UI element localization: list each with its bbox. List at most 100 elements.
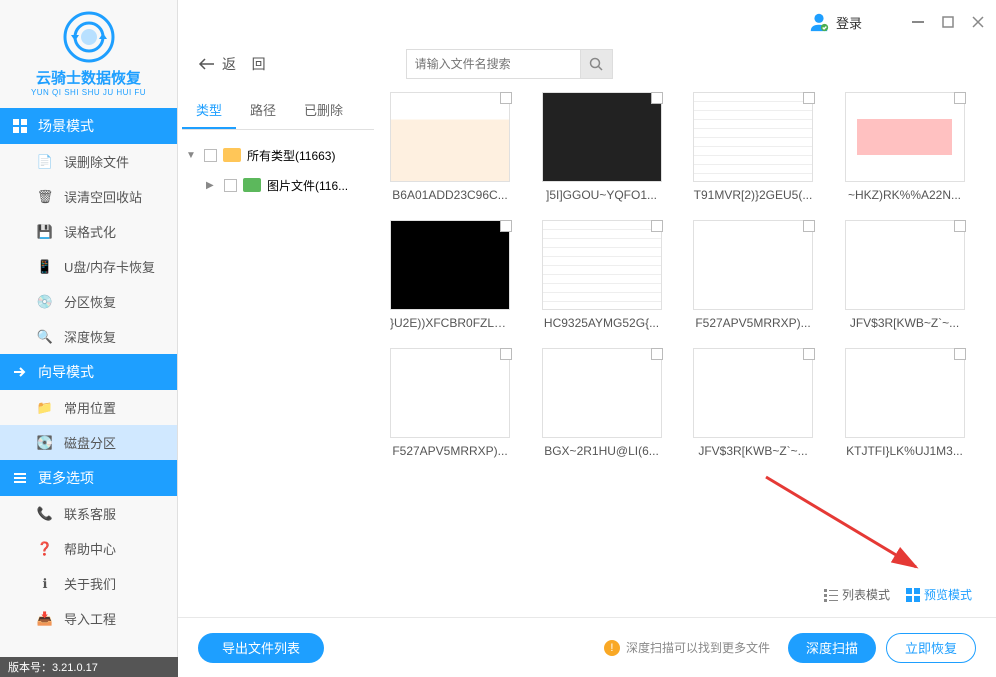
- file-item[interactable]: BGX~2R1HU@LI(6...: [542, 348, 682, 458]
- sidebar-item-deleted-files[interactable]: 📄误删除文件: [0, 144, 177, 179]
- file-name: F527APV5MRRXP)...: [390, 444, 510, 458]
- search-icon: [589, 57, 603, 71]
- file-item[interactable]: HC9325AYMG52G{...: [542, 220, 682, 330]
- file-name: KTJTFI}LK%UJ1M3...: [845, 444, 965, 458]
- login-label: 登录: [836, 13, 862, 32]
- checkbox[interactable]: [954, 220, 966, 232]
- usb-icon: 📱: [36, 258, 54, 276]
- sidebar-item-help[interactable]: ❓帮助中心: [0, 531, 177, 566]
- checkbox[interactable]: [500, 92, 512, 104]
- file-item[interactable]: ~HKZ)RK%%A22N...: [845, 92, 985, 202]
- app-name: 云骑士数据恢复: [36, 67, 141, 88]
- window-controls: [910, 14, 986, 30]
- file-thumbnail: [693, 92, 813, 182]
- file-thumbnail: [542, 92, 662, 182]
- sidebar-item-contact[interactable]: 📞联系客服: [0, 496, 177, 531]
- file-thumbnail: [542, 348, 662, 438]
- file-thumbnail: [693, 348, 813, 438]
- file-item[interactable]: ]5I]GGOU~YQFO1...: [542, 92, 682, 202]
- partition-icon: 💽: [36, 434, 54, 452]
- file-item[interactable]: T91MVR[2)}2GEU5(...: [693, 92, 833, 202]
- file-name: HC9325AYMG52G{...: [542, 316, 662, 330]
- file-thumbnail: [845, 220, 965, 310]
- deep-icon: 🔍: [36, 328, 54, 346]
- file-item[interactable]: KTJTFI}LK%UJ1M3...: [845, 348, 985, 458]
- user-icon: [808, 11, 830, 33]
- warning-icon: !: [604, 640, 620, 656]
- menu-icon: [12, 470, 28, 486]
- scene-mode-header[interactable]: 场景模式: [0, 108, 177, 144]
- preview-mode-button[interactable]: 预览模式: [906, 586, 972, 603]
- file-item[interactable]: F527APV5MRRXP)...: [693, 220, 833, 330]
- sidebar-item-import[interactable]: 📥导入工程: [0, 601, 177, 636]
- list-mode-button[interactable]: 列表模式: [824, 586, 890, 603]
- grid-icon: [906, 588, 920, 602]
- checkbox[interactable]: [651, 220, 663, 232]
- chevron-down-icon[interactable]: ▼: [186, 150, 198, 161]
- export-button[interactable]: 导出文件列表: [198, 633, 324, 663]
- user-area[interactable]: 登录: [808, 11, 882, 33]
- file-thumbnail: [845, 348, 965, 438]
- file-name: JFV$3R[KWB~Z`~...: [693, 444, 813, 458]
- recover-button[interactable]: 立即恢复: [886, 633, 976, 663]
- footer: 导出文件列表 ! 深度扫描可以找到更多文件 深度扫描 立即恢复: [178, 617, 996, 677]
- file-thumbnail: [693, 220, 813, 310]
- checkbox[interactable]: [500, 348, 512, 360]
- file-name: }U2E))XFCBR0FZLD...: [390, 316, 510, 330]
- sidebar-item-partition[interactable]: 💿分区恢复: [0, 284, 177, 319]
- app-name-pinyin: YUN QI SHI SHU JU HUI FU: [31, 88, 146, 97]
- search-box: [406, 49, 613, 79]
- sidebar-item-usb[interactable]: 📱U盘/内存卡恢复: [0, 249, 177, 284]
- sidebar-item-about[interactable]: ℹ关于我们: [0, 566, 177, 601]
- more-options-label: 更多选项: [38, 468, 94, 488]
- checkbox[interactable]: [803, 220, 815, 232]
- import-icon: 📥: [36, 610, 54, 628]
- sidebar-item-recycle-bin[interactable]: 🗑误清空回收站: [0, 179, 177, 214]
- file-item[interactable]: JFV$3R[KWB~Z`~...: [693, 348, 833, 458]
- search-button[interactable]: [581, 49, 613, 79]
- file-thumbnail: [390, 92, 510, 182]
- checkbox[interactable]: [651, 348, 663, 360]
- maximize-button[interactable]: [940, 14, 956, 30]
- scan-info: 扫描到11663个文件(共647.33MB): [198, 0, 377, 617]
- sidebar-item-common-location[interactable]: 📁常用位置: [0, 390, 177, 425]
- grid-icon: [12, 118, 28, 134]
- checkbox[interactable]: [954, 92, 966, 104]
- minimize-button[interactable]: [910, 14, 926, 30]
- disk-icon: 💿: [36, 293, 54, 311]
- view-switch: 列表模式 预览模式: [820, 582, 976, 607]
- version-bar: 版本号：3.21.0.17: [0, 657, 178, 677]
- checkbox[interactable]: [651, 92, 663, 104]
- file-thumbnail: [542, 220, 662, 310]
- sidebar-item-format[interactable]: 💾误格式化: [0, 214, 177, 249]
- sidebar-item-deep[interactable]: 🔍深度恢复: [0, 319, 177, 354]
- file-item[interactable]: }U2E))XFCBR0FZLD...: [390, 220, 530, 330]
- trash-icon: 🗑: [36, 188, 54, 206]
- checkbox[interactable]: [500, 220, 512, 232]
- close-button[interactable]: [970, 14, 986, 30]
- more-options-header[interactable]: 更多选项: [0, 460, 177, 496]
- file-name: T91MVR[2)}2GEU5(...: [693, 188, 813, 202]
- file-item[interactable]: B6A01ADD23C96C...: [390, 92, 530, 202]
- sidebar-item-disk-partition[interactable]: 💽磁盘分区: [0, 425, 177, 460]
- checkbox[interactable]: [803, 348, 815, 360]
- wizard-mode-label: 向导模式: [38, 362, 94, 382]
- file-name: ]5I]GGOU~YQFO1...: [542, 188, 662, 202]
- file-name: BGX~2R1HU@LI(6...: [542, 444, 662, 458]
- search-input[interactable]: [406, 49, 581, 79]
- file-name: B6A01ADD23C96C...: [390, 188, 510, 202]
- file-item[interactable]: JFV$3R[KWB~Z`~...: [845, 220, 985, 330]
- file-item[interactable]: F527APV5MRRXP)...: [390, 348, 530, 458]
- deep-scan-button[interactable]: 深度扫描: [788, 633, 876, 663]
- location-icon: 📁: [36, 399, 54, 417]
- file-name: F527APV5MRRXP)...: [693, 316, 813, 330]
- phone-icon: 📞: [36, 505, 54, 523]
- save-icon: 💾: [36, 223, 54, 241]
- file-thumbnail: [845, 92, 965, 182]
- checkbox[interactable]: [954, 348, 966, 360]
- checkbox[interactable]: [803, 92, 815, 104]
- scene-mode-label: 场景模式: [38, 116, 94, 136]
- list-icon: [824, 588, 838, 602]
- logo-area: 云骑士数据恢复 YUN QI SHI SHU JU HUI FU: [0, 0, 177, 108]
- wizard-mode-header[interactable]: 向导模式: [0, 354, 177, 390]
